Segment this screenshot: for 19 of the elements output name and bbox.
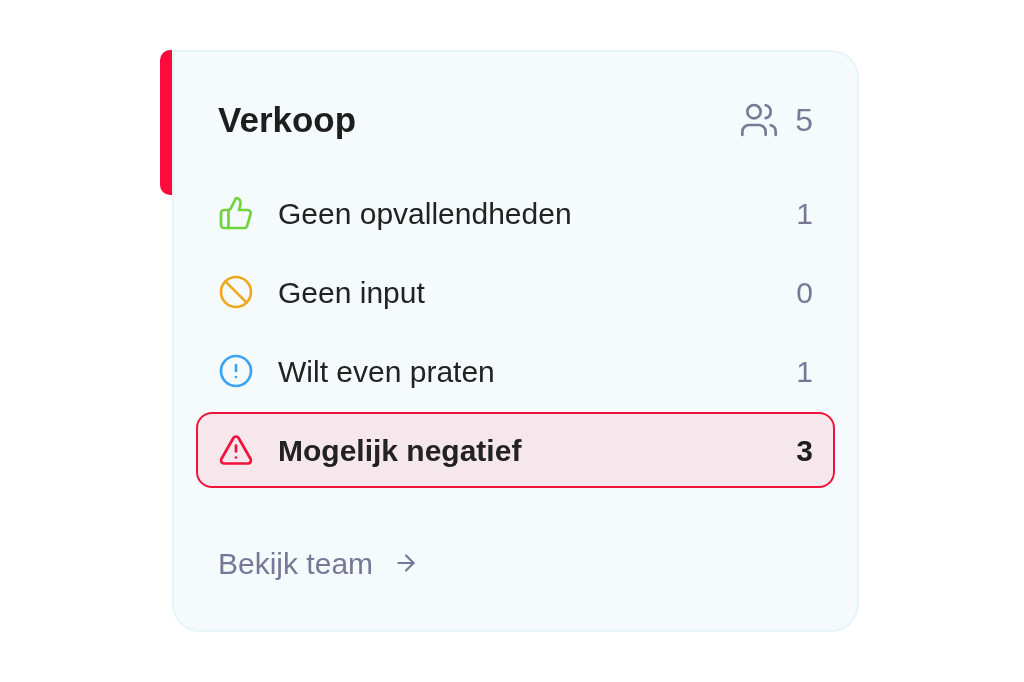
- warning-triangle-icon: [218, 432, 254, 468]
- status-label: Geen input: [278, 274, 425, 311]
- status-label: Geen opvallendheden: [278, 195, 572, 232]
- status-count: 1: [796, 353, 813, 390]
- prohibited-icon: [218, 274, 254, 310]
- thumbs-up-icon: [218, 195, 254, 231]
- info-circle-icon: [218, 353, 254, 389]
- card-title: Verkoop: [218, 98, 357, 141]
- status-label: Mogelijk negatief: [278, 432, 522, 469]
- status-row[interactable]: Wilt even praten 1: [196, 333, 835, 409]
- status-row[interactable]: Geen opvallendheden 1: [196, 175, 835, 251]
- status-count: 3: [796, 432, 813, 469]
- status-count: 0: [796, 274, 813, 311]
- status-row[interactable]: Mogelijk negatief 3: [196, 412, 835, 488]
- status-count: 1: [796, 195, 813, 232]
- status-label: Wilt even praten: [278, 353, 495, 390]
- status-row[interactable]: Geen input 0: [196, 254, 835, 330]
- member-count: 5: [795, 101, 813, 140]
- view-team-link[interactable]: Bekijk team: [218, 542, 420, 584]
